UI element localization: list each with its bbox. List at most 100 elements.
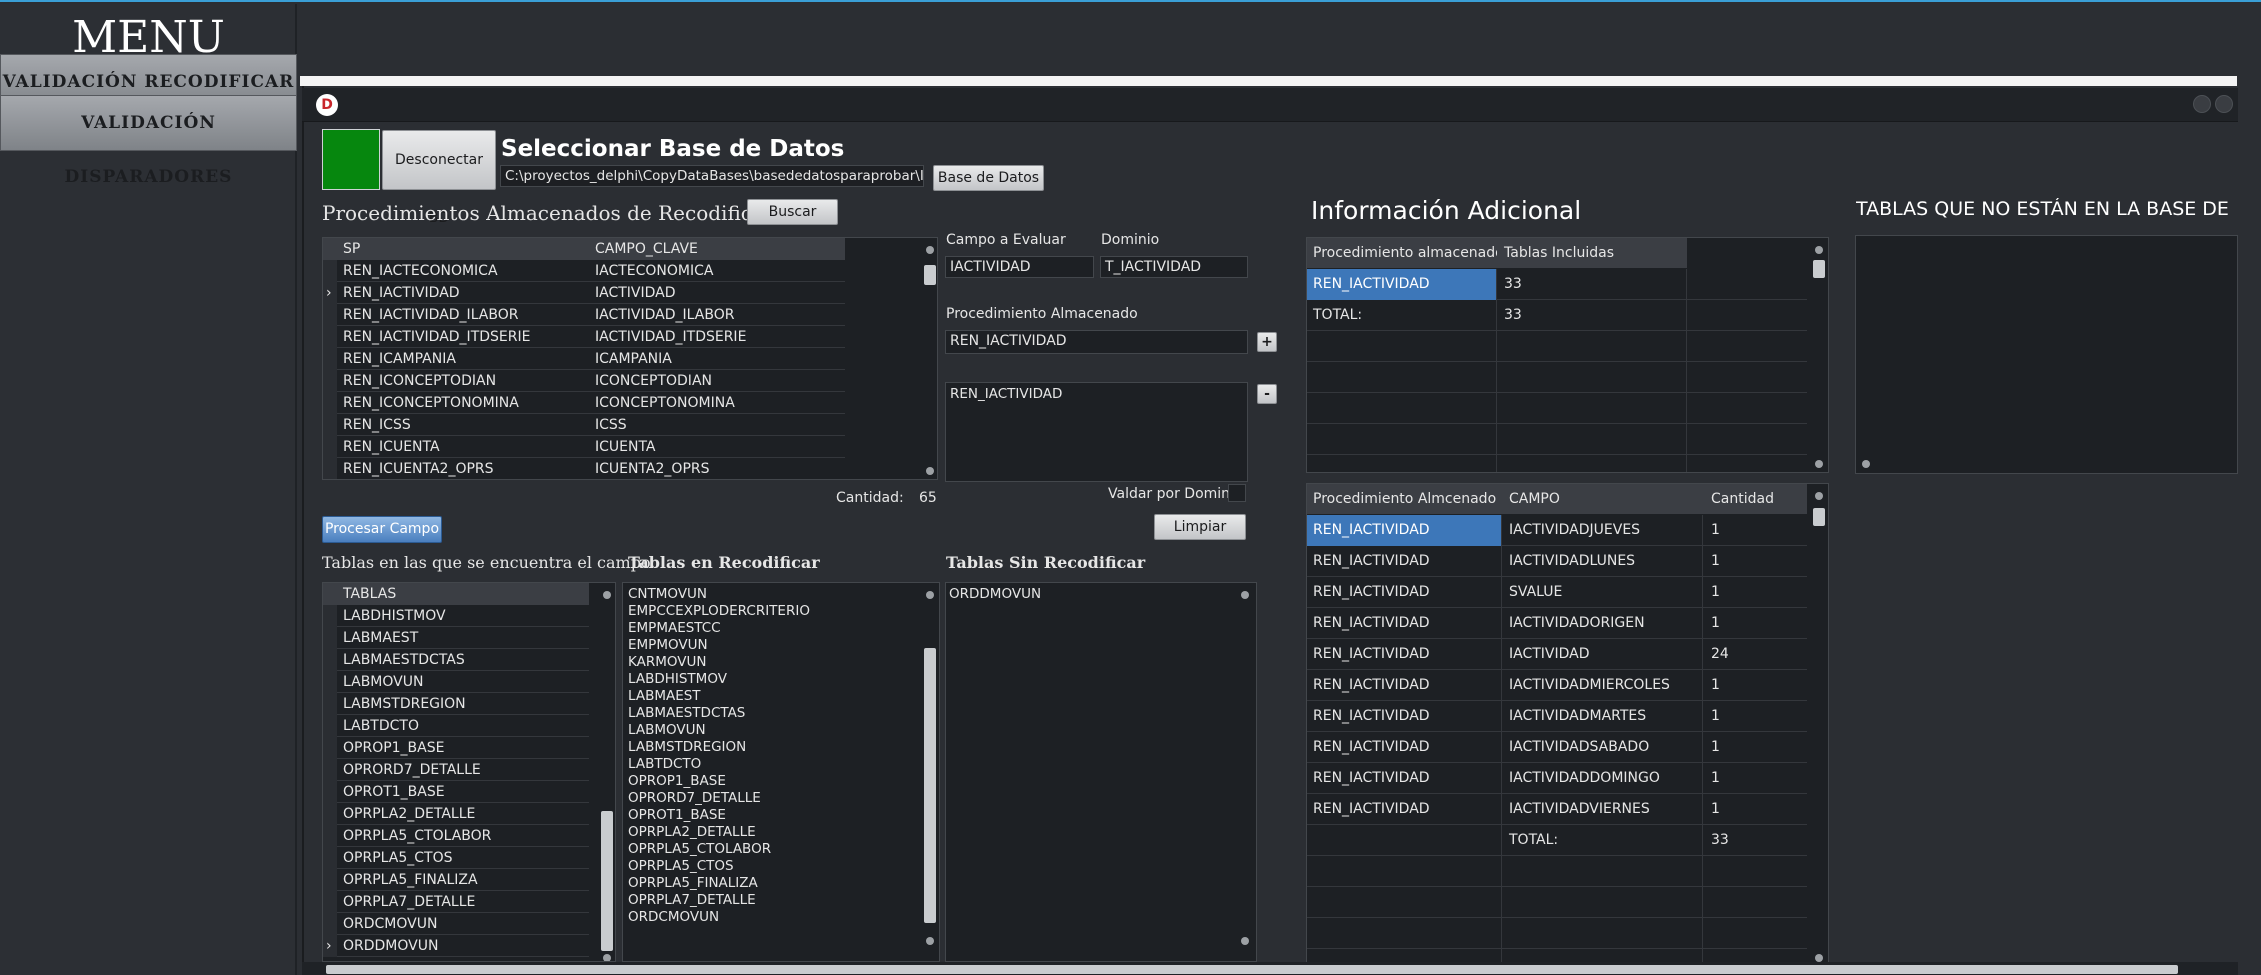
detail-table-row[interactable]: REN_IACTIVIDAD IACTIVIDADORIGEN 1 (1307, 608, 1807, 639)
tables-found-row[interactable]: LABMAESTDCTAS (323, 649, 589, 671)
sp-table-row[interactable]: REN_ICUENTA ICUENTA (323, 436, 845, 458)
tables-recod-item[interactable]: CNTMOVUN (628, 586, 918, 603)
column-header-procedimiento-almcenado[interactable]: Procedimiento Almcenado (1307, 484, 1502, 514)
campo-input[interactable]: IACTIVIDAD (945, 256, 1094, 278)
menu-item-validacion-disparadores[interactable]: VALIDACIÓN DISPARADORES (0, 95, 297, 187)
tables-found-row[interactable]: LABTDCTO (323, 715, 589, 737)
close-icon[interactable] (2215, 95, 2233, 113)
proc-list-item[interactable]: REN_IACTIVIDAD (946, 383, 1247, 406)
tables-recod-item[interactable]: EMPMAESTCC (628, 620, 918, 637)
detail-table-row[interactable]: REN_IACTIVIDAD IACTIVIDADLUNES 1 (1307, 546, 1807, 577)
disconnect-db-button[interactable]: Desconectar BD (382, 130, 496, 226)
tables-recod-scrollbar[interactable] (919, 583, 939, 961)
detail-table-row[interactable] (1307, 856, 1807, 887)
proc-input[interactable]: REN_IACTIVIDAD (945, 330, 1248, 354)
info-table-row[interactable] (1307, 331, 1807, 362)
tables-found-row[interactable]: OPROT1_BASE (323, 781, 589, 803)
clear-button[interactable]: Limpiar (1154, 514, 1246, 540)
db-path-input[interactable]: C:\proyectos_delphi\CopyDataBases\basede… (500, 165, 924, 187)
horizontal-scrollbar[interactable] (302, 962, 2238, 975)
detail-table-scrollbar[interactable] (1808, 484, 1828, 962)
detail-table-row[interactable]: REN_IACTIVIDAD IACTIVIDADJUEVES 1 (1307, 515, 1807, 546)
scroll-thumb[interactable] (1813, 508, 1825, 526)
info-table-row[interactable] (1307, 362, 1807, 393)
info-table-scrollbar[interactable] (1808, 238, 1828, 472)
sp-table-row[interactable]: REN_IACTECONOMICA IACTECONOMICA (323, 260, 845, 282)
column-header-sp[interactable]: SP (337, 238, 583, 260)
detail-table-row[interactable]: REN_IACTIVIDAD IACTIVIDADDOMINGO 1 (1307, 763, 1807, 794)
info-table-row[interactable] (1307, 424, 1807, 455)
tables-found-scrollbar[interactable] (597, 583, 615, 961)
column-header-campo[interactable]: CAMPO (1503, 484, 1703, 514)
sp-table-row[interactable]: REN_IACTIVIDAD_ITDSERIE IACTIVIDAD_ITDSER… (323, 326, 845, 348)
tables-found-row[interactable]: ORDCMOVUN (323, 913, 589, 935)
tables-recod-item[interactable]: ORDCMOVUN (628, 909, 918, 926)
detail-table-row[interactable] (1307, 918, 1807, 949)
tables-recod-item[interactable]: LABMAEST (628, 688, 918, 705)
info-table-row[interactable]: TOTAL: 33 (1307, 300, 1807, 331)
tables-recod-item[interactable]: LABMSTDREGION (628, 739, 918, 756)
sp-table-row[interactable]: REN_ICAMPANIA ICAMPANIA (323, 348, 845, 370)
detail-table-row[interactable]: TOTAL: 33 (1307, 825, 1807, 856)
tables-found-row[interactable]: OPROP1_BASE (323, 737, 589, 759)
scroll-thumb[interactable] (924, 265, 936, 285)
detail-table-row[interactable] (1307, 887, 1807, 918)
tables-recod-item[interactable]: OPROT1_BASE (628, 807, 918, 824)
sp-table-row[interactable]: REN_IACTIVIDAD_ILABOR IACTIVIDAD_ILABOR (323, 304, 845, 326)
tables-found-row[interactable]: LABMOVUN (323, 671, 589, 693)
sp-table-row[interactable]: REN_ICONCEPTODIAN ICONCEPTODIAN (323, 370, 845, 392)
info-table-row[interactable] (1307, 455, 1807, 472)
detail-table-row[interactable]: REN_IACTIVIDAD IACTIVIDAD 24 (1307, 639, 1807, 670)
tables-recod-item[interactable]: LABMOVUN (628, 722, 918, 739)
sp-table-row[interactable]: REN_ICSS ICSS (323, 414, 845, 436)
tables-recod-item[interactable]: LABTDCTO (628, 756, 918, 773)
tables-found-row[interactable]: LABMAEST (323, 627, 589, 649)
scroll-thumb[interactable] (601, 811, 613, 951)
tables-recod-item[interactable]: KARMOVUN (628, 654, 918, 671)
tables-recod-item[interactable]: EMPCCEXPLODERCRITERIO (628, 603, 918, 620)
tables-recod-item[interactable]: OPRPLA7_DETALLE (628, 892, 918, 909)
tables-recod-item[interactable]: OPRPLA5_FINALIZA (628, 875, 918, 892)
sp-table-row[interactable]: REN_ICONCEPTONOMINA ICONCEPTONOMINA (323, 392, 845, 414)
tables-found-row[interactable]: LABMSTDREGION (323, 693, 589, 715)
sp-table-row[interactable]: REN_ICUENTA2_OPRS ICUENTA2_OPRS (323, 458, 845, 479)
tables-found-row[interactable]: OPRPLA7_DETALLE (323, 891, 589, 913)
tables-recod-item[interactable]: OPRPLA5_CTOLABOR (628, 841, 918, 858)
detail-table-row[interactable]: REN_IACTIVIDAD SVALUE 1 (1307, 577, 1807, 608)
proc-list[interactable]: REN_IACTIVIDAD (945, 382, 1248, 482)
dominio-input[interactable]: T_IACTIVIDAD (1100, 256, 1248, 278)
tables-recod-item[interactable]: LABMAESTDCTAS (628, 705, 918, 722)
tables-found-row[interactable]: OPRPLA2_DETALLE (323, 803, 589, 825)
column-header-cantidad[interactable]: Cantidad (1705, 484, 1805, 514)
tables-found-row[interactable]: OPRPLA5_FINALIZA (323, 869, 589, 891)
column-header-procedimiento[interactable]: Procedimiento almacenado (1307, 238, 1497, 268)
tables-found-row[interactable]: › ORDDMOVUN (323, 935, 589, 957)
tables-found-row[interactable]: OPRORD7_DETALLE (323, 759, 589, 781)
info-table-row[interactable] (1307, 393, 1807, 424)
tables-recod-item[interactable]: OPRPLA5_CTOS (628, 858, 918, 875)
tables-recod-item[interactable]: OPRPLA2_DETALLE (628, 824, 918, 841)
process-field-button[interactable]: Procesar Campo (322, 516, 442, 543)
tables-recod-item[interactable]: EMPMOVUN (628, 637, 918, 654)
sp-table-row[interactable]: › REN_IACTIVIDAD IACTIVIDAD (323, 282, 845, 304)
column-header-campo-clave[interactable]: CAMPO_CLAVE (589, 238, 845, 260)
column-header-tablas-incluidas[interactable]: Tablas Incluidas (1498, 238, 1687, 268)
detail-table-row[interactable]: REN_IACTIVIDAD IACTIVIDADMIERCOLES 1 (1307, 670, 1807, 701)
tables-found-row[interactable]: OPRPLA5_CTOLABOR (323, 825, 589, 847)
detail-table-row[interactable]: REN_IACTIVIDAD IACTIVIDADVIERNES 1 (1307, 794, 1807, 825)
db-browse-button[interactable]: Base de Datos (933, 165, 1044, 191)
tables-found-row[interactable]: OPRPLA5_CTOS (323, 847, 589, 869)
tables-no-recod-item[interactable]: ORDDMOVUN (949, 586, 1229, 603)
add-proc-button[interactable]: + (1257, 332, 1277, 352)
tables-recod-item[interactable]: LABDHISTMOV (628, 671, 918, 688)
validate-domain-checkbox[interactable] (1228, 484, 1246, 502)
search-button[interactable]: Buscar (747, 199, 838, 225)
column-header-tablas[interactable]: TABLAS (337, 583, 587, 605)
detail-table-row[interactable]: REN_IACTIVIDAD IACTIVIDADMARTES 1 (1307, 701, 1807, 732)
vertical-scrollbar[interactable] (2238, 86, 2261, 975)
detail-table-row[interactable]: REN_IACTIVIDAD IACTIVIDADSABADO 1 (1307, 732, 1807, 763)
info-table-row[interactable]: REN_IACTIVIDAD 33 (1307, 269, 1807, 300)
detail-table-row[interactable] (1307, 949, 1807, 962)
scroll-thumb[interactable] (1813, 260, 1825, 278)
tables-recod-item[interactable]: OPROP1_BASE (628, 773, 918, 790)
